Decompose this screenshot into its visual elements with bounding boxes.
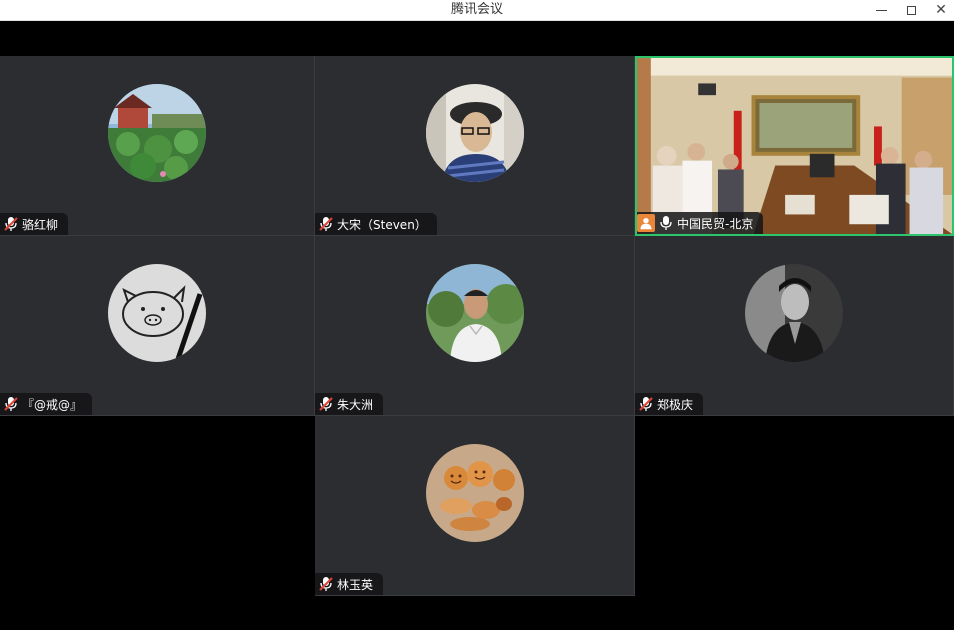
participant-name: 骆红柳: [22, 217, 59, 232]
user-icon: [637, 214, 655, 232]
close-button[interactable]: ✕: [926, 0, 954, 20]
participant-tile[interactable]: 朱大洲: [315, 236, 635, 416]
participant-name: 林玉英: [337, 577, 374, 592]
muted-mic-icon: [319, 216, 333, 232]
participant-nameplate: 郑极庆: [635, 393, 704, 415]
title-bar: 腾讯会议 ✕: [0, 0, 954, 21]
minimize-button[interactable]: [866, 0, 896, 20]
participant-name: 郑极庆: [657, 397, 694, 412]
avatar: [425, 444, 524, 542]
black-white-portrait-avatar-image: [745, 264, 843, 362]
avatar: [425, 84, 524, 182]
muted-mic-icon: [4, 216, 18, 232]
participant-tile-active-speaker[interactable]: 中国民贸-北京: [635, 56, 954, 236]
participant-name: 大宋（Steven）: [337, 217, 427, 232]
lotus-pavilion-avatar-image: [108, 84, 206, 182]
man-with-cap-avatar-image: [425, 84, 524, 182]
participant-name: 中国民贸-北京: [677, 216, 754, 231]
participant-tile[interactable]: 林玉英: [315, 416, 635, 596]
maximize-button[interactable]: [896, 0, 926, 20]
participant-tile[interactable]: 郑极庆: [635, 236, 954, 416]
avatar: [425, 264, 524, 362]
minimize-icon: [875, 9, 887, 11]
participant-nameplate: 朱大洲: [315, 393, 384, 415]
mic-icon: [659, 215, 673, 231]
smiley-cookies-avatar-image: [425, 444, 524, 542]
participant-tile[interactable]: 骆红柳: [0, 56, 315, 236]
muted-mic-icon: [639, 396, 653, 412]
muted-mic-icon: [319, 396, 333, 412]
close-icon: ✕: [935, 2, 947, 18]
participant-tile[interactable]: 『@戒@』: [0, 236, 315, 416]
meeting-room-video: [637, 58, 952, 234]
pig-sketch-avatar-image: [108, 264, 206, 362]
participant-nameplate: 大宋（Steven）: [315, 213, 437, 235]
maximize-icon: [906, 5, 916, 15]
muted-mic-icon: [4, 396, 18, 412]
avatar: [108, 84, 206, 182]
participant-tile[interactable]: 大宋（Steven）: [315, 56, 635, 236]
participant-nameplate: 中国民贸-北京: [637, 212, 764, 234]
participant-nameplate: 林玉英: [315, 573, 384, 595]
participant-nameplate: 『@戒@』: [0, 393, 93, 415]
muted-mic-icon: [319, 576, 333, 592]
participant-nameplate: 骆红柳: [0, 213, 69, 235]
avatar: [108, 264, 206, 362]
avatar: [745, 264, 843, 362]
man-outdoors-avatar-image: [425, 264, 524, 362]
participant-name: 朱大洲: [337, 397, 374, 412]
window-title: 腾讯会议: [450, 2, 503, 17]
participant-name: 『@戒@』: [22, 397, 83, 412]
